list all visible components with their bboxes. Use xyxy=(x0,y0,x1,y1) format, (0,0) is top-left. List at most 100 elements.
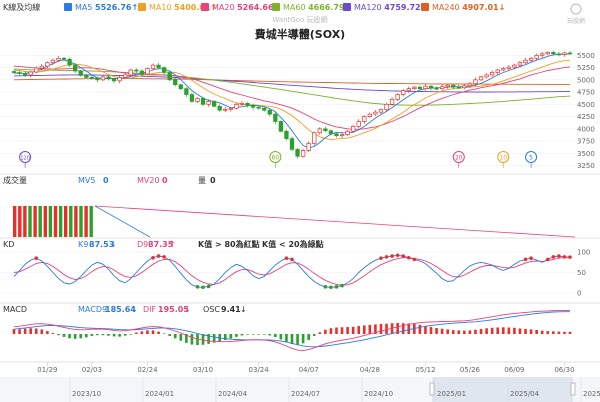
candle-body xyxy=(406,88,411,91)
navigator-left-handle[interactable] xyxy=(429,382,435,396)
candle-body xyxy=(295,149,300,157)
osc-bar xyxy=(57,334,60,336)
candle-body xyxy=(351,126,356,132)
candle-body xyxy=(451,84,456,88)
navigator-tick-label: 2024/04 xyxy=(218,390,248,398)
osc-arrow: ↓ xyxy=(240,305,247,314)
osc-bar xyxy=(135,332,138,334)
osc-bar xyxy=(424,325,427,334)
osc-bar xyxy=(90,334,94,336)
osc-bar xyxy=(107,334,110,336)
candle-body xyxy=(117,77,122,82)
candle-body xyxy=(111,78,117,82)
osc-bar xyxy=(146,330,149,334)
chart-background xyxy=(0,0,600,402)
main-legend-title: K線及均線 xyxy=(3,2,40,12)
candle-body xyxy=(167,72,172,81)
candle-body xyxy=(362,116,367,122)
event-marker-label: 60 xyxy=(271,155,279,162)
osc-bar xyxy=(84,334,88,338)
volume-legend-title: 成交量 xyxy=(3,175,27,185)
ma-legend-label-ma5: MA5 5526.76↑ xyxy=(75,3,138,12)
navigator-tick-label: 2024/07 xyxy=(291,390,320,398)
kd-tick-label: 50 xyxy=(577,269,586,277)
volume-bar xyxy=(74,206,78,237)
candle-body xyxy=(11,71,17,73)
candle-body xyxy=(150,64,156,69)
osc-bar xyxy=(301,334,305,344)
ma-legend-value-ma5: 5526.76↑ xyxy=(95,3,138,12)
candle-body xyxy=(517,62,523,66)
kd-low-dot xyxy=(206,284,211,289)
candle-body xyxy=(356,121,361,127)
osc-bar xyxy=(140,331,144,334)
osc-bar xyxy=(251,334,255,335)
candle-body xyxy=(228,107,233,110)
osc-bar xyxy=(179,334,183,341)
event-marker-label: 120 xyxy=(20,156,30,162)
osc-bar xyxy=(151,330,155,334)
d-label: D9 xyxy=(137,240,148,249)
osc-bar xyxy=(524,328,527,334)
volume-bar xyxy=(69,206,73,237)
candle-body xyxy=(217,105,222,111)
candle-body xyxy=(384,103,389,111)
osc-label: OSC xyxy=(203,305,220,314)
osc-bar xyxy=(368,324,372,334)
candle-body xyxy=(473,79,478,85)
osc-bar xyxy=(235,334,238,337)
candle-body xyxy=(184,88,189,95)
osc-bar xyxy=(501,327,505,334)
ma-legend-label-ma120: MA120 4759.72↑ xyxy=(354,3,427,12)
candle-body xyxy=(467,83,473,87)
osc-bar xyxy=(201,334,205,345)
osc-bar xyxy=(129,334,133,335)
candle-body xyxy=(306,143,311,151)
volume-bar xyxy=(33,206,37,237)
osc-bar xyxy=(446,329,449,334)
osc-bar xyxy=(474,329,477,334)
candle-body xyxy=(334,133,339,137)
ma-legend-swatch-ma20 xyxy=(201,3,209,11)
kd-high-dot xyxy=(562,255,567,259)
candle-body xyxy=(534,54,539,59)
osc-bar xyxy=(351,326,355,334)
osc-bar xyxy=(324,329,327,334)
candle-body xyxy=(245,102,250,106)
osc-bar xyxy=(463,330,466,334)
candle-body xyxy=(161,67,167,73)
volume-bar xyxy=(23,206,27,237)
osc-bar xyxy=(307,334,310,340)
candle-body xyxy=(61,57,67,60)
osc-bar xyxy=(468,330,472,334)
navigator-tick-label: 2025/07 xyxy=(583,390,600,398)
kd-high-dot xyxy=(568,255,572,259)
candle-body xyxy=(456,86,461,89)
ma-legend-label-ma240: MA240 4907.01↓ xyxy=(432,3,505,12)
candle-body xyxy=(234,103,239,109)
navigator-right-handle[interactable] xyxy=(570,382,576,396)
price-tick-label: 3750 xyxy=(577,138,595,146)
watermark: WantGoo 玩股網 xyxy=(272,15,327,24)
osc-bar xyxy=(312,334,316,336)
date-tick-label: 04/07 xyxy=(299,366,319,374)
kd-high-dot xyxy=(401,254,406,258)
osc-bar xyxy=(563,331,566,334)
candle-body xyxy=(551,52,556,55)
volume-bar xyxy=(43,206,47,237)
osc-bar xyxy=(118,334,121,337)
osc-bar xyxy=(318,332,322,334)
vol-value: 0 xyxy=(210,176,216,185)
kd-low-dot xyxy=(340,283,344,288)
date-tick-label: 03/24 xyxy=(249,366,270,374)
navigator-tick-label: 2025/04 xyxy=(510,390,540,398)
navigator-tick-label: 2023/10 xyxy=(72,390,101,398)
candle-body xyxy=(128,69,133,76)
osc-bar xyxy=(296,334,299,345)
candle-body xyxy=(262,107,267,111)
osc-bar xyxy=(262,334,266,335)
osc-bar xyxy=(285,334,288,342)
osc-bar xyxy=(173,334,177,339)
osc-bar xyxy=(123,334,127,336)
candle-body xyxy=(540,53,545,56)
